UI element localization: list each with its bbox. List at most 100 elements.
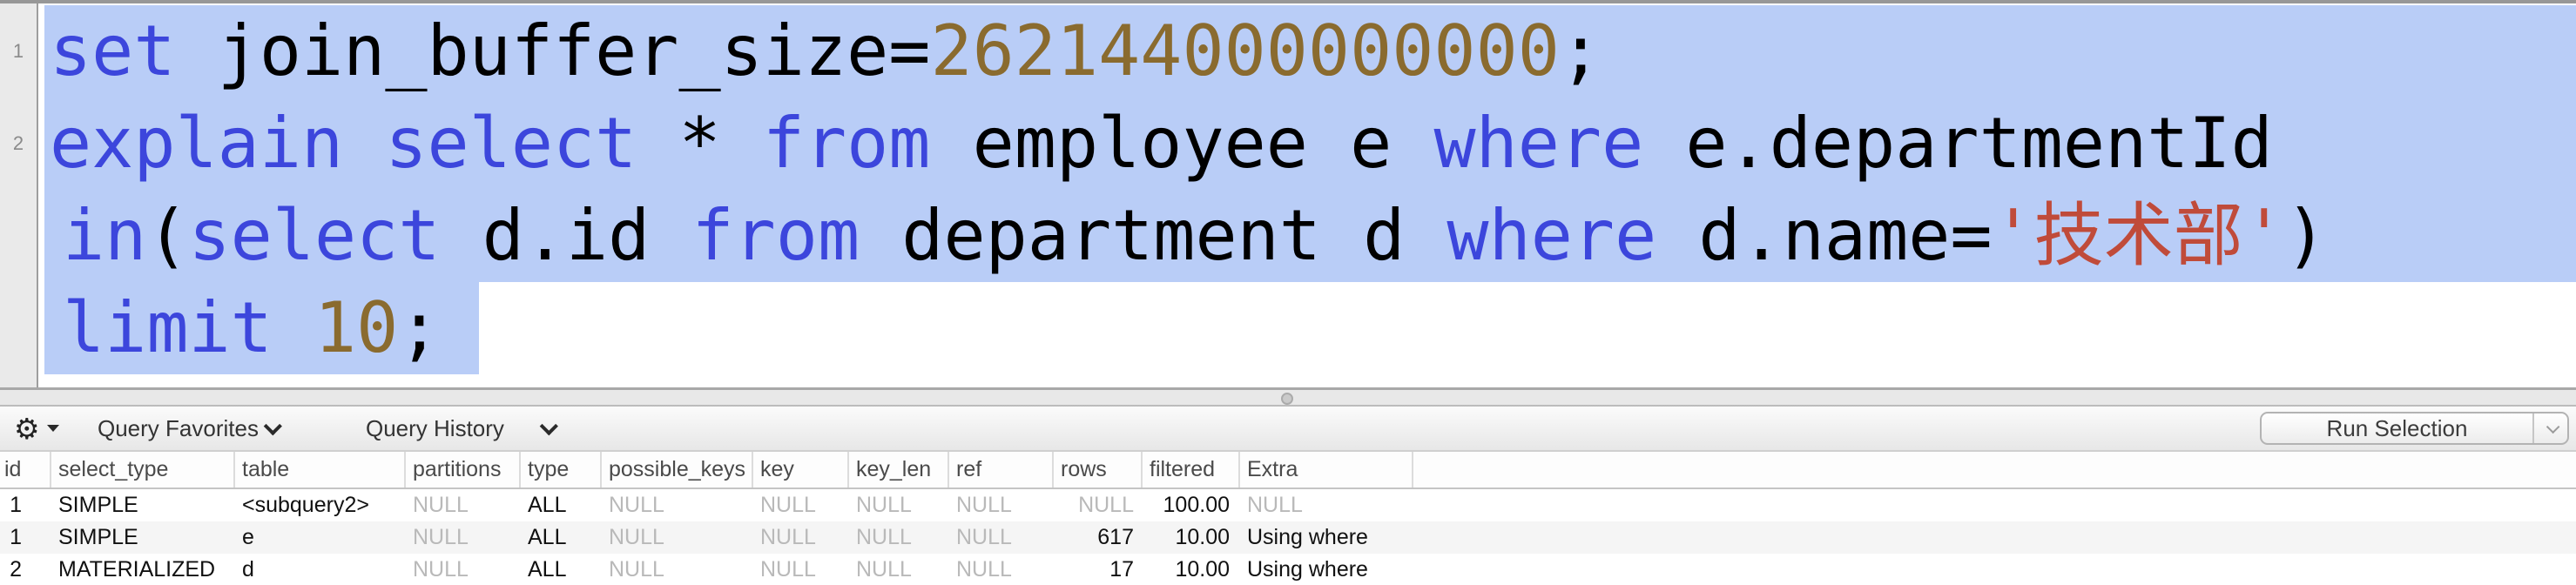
code-token-plain: ;	[1559, 10, 1602, 91]
query-favorites-chevron[interactable]	[263, 407, 282, 450]
column-header-ref[interactable]: ref	[949, 452, 1054, 488]
code-token-plain: d.name=	[1656, 195, 1993, 276]
cell-partitions[interactable]: NULL	[406, 521, 521, 554]
column-header-type[interactable]: type	[521, 452, 602, 488]
line-number	[0, 282, 37, 374]
code-token-plain: ;	[398, 287, 441, 368]
code-token-plain: employee e	[930, 103, 1434, 184]
code-token-plain: join_buffer_size=	[175, 10, 931, 91]
code-token-plain: d.id	[440, 195, 692, 276]
cell-partitions[interactable]: NULL	[406, 554, 521, 585]
run-selection-button[interactable]: Run Selection	[2260, 412, 2569, 445]
code-token-plain: e.departmentId	[1643, 103, 2273, 184]
query-history-label: Query History	[366, 414, 504, 441]
cell-key_len[interactable]: NULL	[849, 489, 949, 521]
cell-type[interactable]: ALL	[521, 489, 602, 521]
cell-key_len[interactable]: NULL	[849, 554, 949, 585]
table-row[interactable]: 1 SIMPLE <subquery2> NULL ALL NULL NULL NULL NUL…	[0, 489, 2576, 521]
column-header-table[interactable]: table	[235, 452, 406, 488]
code-token-plain: (	[146, 195, 189, 276]
cell-select_type[interactable]: MATERIALIZED	[51, 554, 235, 585]
column-header-key_len[interactable]: key_len	[849, 452, 949, 488]
cell-type[interactable]: ALL	[521, 554, 602, 585]
cell-ref[interactable]: NULL	[949, 521, 1054, 554]
cell-key_len[interactable]: NULL	[849, 521, 949, 554]
sql-editor[interactable]: 1 2 set join_buffer_size=262144000000000;…	[0, 3, 2576, 390]
column-header-rows[interactable]: rows	[1054, 452, 1143, 488]
code-token-kw: in	[63, 195, 147, 276]
cell-possible_keys[interactable]: NULL	[602, 554, 753, 585]
column-header-Extra[interactable]: Extra	[1240, 452, 1413, 488]
code-token-kw: limit	[63, 287, 273, 368]
line-number	[0, 190, 37, 282]
code-token-kw: explain	[50, 103, 344, 184]
query-history-chevron[interactable]	[539, 407, 558, 450]
run-options-split-button[interactable]	[2532, 414, 2567, 443]
code-token-kw: from	[691, 195, 860, 276]
caret-down-icon	[46, 425, 59, 432]
column-header-possible_keys[interactable]: possible_keys	[602, 452, 753, 488]
code-token-kw: set	[50, 10, 176, 91]
cell-rows[interactable]: 617	[1054, 521, 1143, 554]
column-header-select_type[interactable]: select_type	[51, 452, 235, 488]
line-number: 1	[12, 40, 24, 62]
code-token-num: 262144000000000	[930, 10, 1560, 91]
cell-ref[interactable]: NULL	[949, 489, 1054, 521]
cell-rows[interactable]: NULL	[1054, 489, 1143, 521]
code-token-kw: select	[385, 103, 637, 184]
table-row[interactable]: 1 SIMPLE e NULL ALL NULL NULL NULL NULL 617 10.00 U…	[0, 521, 2576, 554]
table-row[interactable]: 2 MATERIALIZED d NULL ALL NULL NULL NULL NULL 17 1…	[0, 554, 2576, 585]
query-history-button[interactable]: Query History	[366, 407, 504, 450]
cell-ref[interactable]: NULL	[949, 554, 1054, 585]
gear-menu-button[interactable]: ⚙	[14, 407, 59, 450]
code-token-plain: *	[637, 103, 763, 184]
cell-key[interactable]: NULL	[753, 554, 849, 585]
editor-code-area[interactable]: set join_buffer_size=262144000000000; exp…	[40, 3, 2576, 387]
cell-rows[interactable]: 17	[1054, 554, 1143, 585]
code-token-plain: )	[2284, 195, 2328, 276]
code-token-kw: from	[762, 103, 931, 184]
cell-type[interactable]: ALL	[521, 521, 602, 554]
cell-table[interactable]: d	[235, 554, 406, 585]
cell-id[interactable]: 2	[0, 554, 51, 585]
query-favorites-button[interactable]: Query Favorites	[98, 407, 259, 450]
column-header-id[interactable]: id	[0, 452, 51, 488]
code-line[interactable]: explain select * from employee e where e…	[44, 98, 2576, 190]
pane-splitter[interactable]	[0, 390, 2576, 407]
cell-filtered[interactable]: 10.00	[1143, 554, 1240, 585]
splitter-drag-handle-icon[interactable]	[1281, 393, 1293, 405]
code-line[interactable]: set join_buffer_size=262144000000000;	[44, 5, 2576, 98]
cell-key[interactable]: NULL	[753, 521, 849, 554]
cell-Extra[interactable]: Using where	[1240, 554, 1413, 585]
cell-table[interactable]: <subquery2>	[235, 489, 406, 521]
chevron-down-icon	[2546, 420, 2559, 434]
cell-table[interactable]: e	[235, 521, 406, 554]
query-toolbar: ⚙ Query Favorites Query History	[0, 407, 2576, 452]
code-line[interactable]: in(select d.id from department d where d…	[44, 190, 2576, 282]
cell-possible_keys[interactable]: NULL	[602, 521, 753, 554]
cell-Extra[interactable]: Using where	[1240, 521, 1413, 554]
code-token-plain: department d	[860, 195, 1447, 276]
cell-possible_keys[interactable]: NULL	[602, 489, 753, 521]
line-number: 2	[12, 132, 24, 154]
code-line[interactable]: limit 10;	[44, 282, 479, 374]
cell-filtered[interactable]: 100.00	[1143, 489, 1240, 521]
results-table-body: 1 SIMPLE <subquery2> NULL ALL NULL NULL NULL NUL…	[0, 489, 2576, 585]
column-header-key[interactable]: key	[753, 452, 849, 488]
cell-select_type[interactable]: SIMPLE	[51, 489, 235, 521]
cell-select_type[interactable]: SIMPLE	[51, 521, 235, 554]
cell-id[interactable]: 1	[0, 521, 51, 554]
column-header-partitions[interactable]: partitions	[406, 452, 521, 488]
cell-key[interactable]: NULL	[753, 489, 849, 521]
run-selection-label: Run Selection	[2326, 414, 2468, 441]
code-token-kw: select	[188, 195, 441, 276]
column-header-filtered[interactable]: filtered	[1143, 452, 1240, 488]
cell-filtered[interactable]: 10.00	[1143, 521, 1240, 554]
cell-id[interactable]: 1	[0, 489, 51, 521]
cell-partitions[interactable]: NULL	[406, 489, 521, 521]
code-token-kw: where	[1433, 103, 1644, 184]
cell-Extra[interactable]: NULL	[1240, 489, 1413, 521]
gear-icon: ⚙	[14, 412, 40, 445]
